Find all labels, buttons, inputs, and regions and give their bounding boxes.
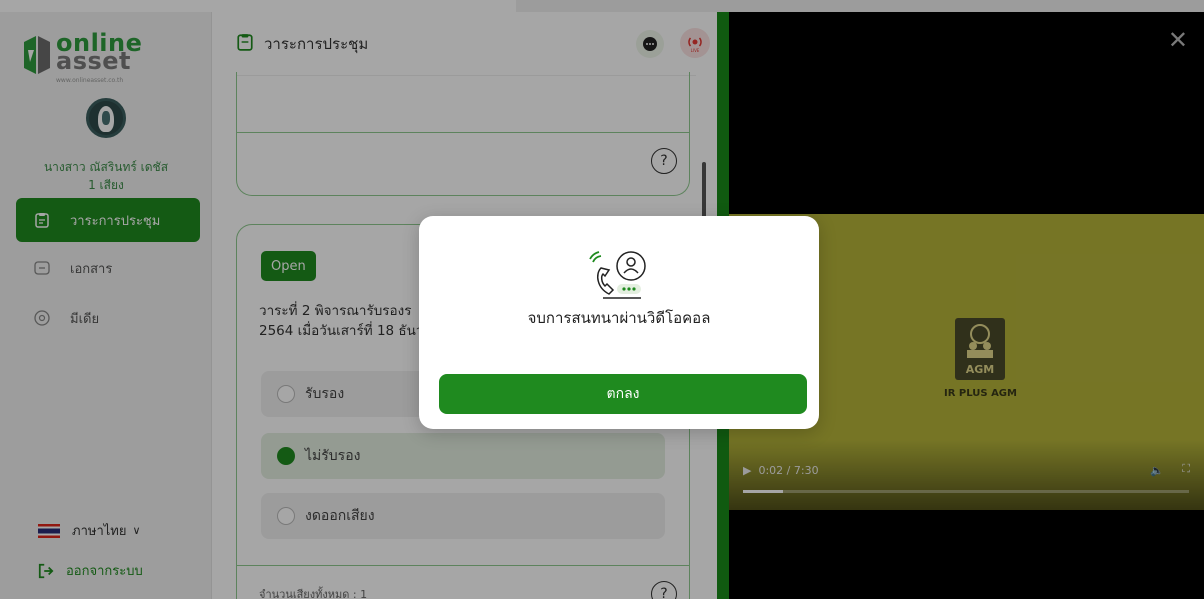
dialog-message: จบการสนทนาผ่านวิดีโอคอล <box>527 309 711 327</box>
ok-button[interactable]: ตกลง <box>439 374 807 414</box>
video-call-ended-icon <box>587 248 651 304</box>
call-ended-dialog: จบการสนทนาผ่านวิดีโอคอล ตกลง <box>419 216 819 429</box>
